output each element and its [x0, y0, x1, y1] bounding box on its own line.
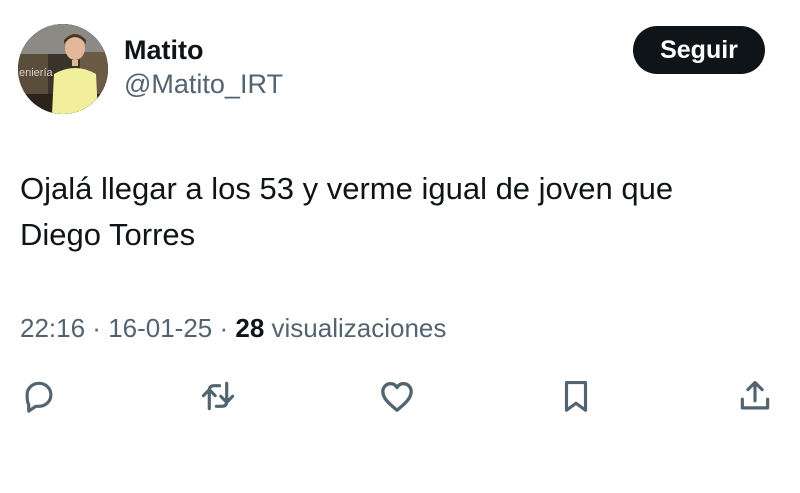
tweet-text-line-2: Diego Torres	[20, 217, 196, 252]
tweet-text: Ojalá llegar a los 53 y verme igual de j…	[20, 166, 780, 258]
meta-separator: ·	[212, 313, 236, 343]
like-button[interactable]	[375, 374, 419, 418]
reply-icon	[25, 381, 53, 413]
meta-separator: ·	[85, 313, 109, 343]
share-icon	[740, 380, 770, 410]
user-handle[interactable]: @Matito_IRT	[124, 66, 283, 102]
bookmark-icon	[564, 380, 588, 412]
display-name[interactable]: Matito	[124, 34, 283, 66]
tweet-text-line-1: Ojalá llegar a los 53 y verme igual de j…	[20, 171, 674, 206]
like-icon	[381, 382, 413, 412]
reply-button[interactable]	[17, 374, 61, 418]
avatar-sign-text: eniería	[19, 67, 54, 79]
views-count: 28	[235, 313, 265, 343]
tweet-meta: 22:16 · 16-01-25 · 28 visualizaciones	[20, 310, 446, 346]
author-info: Matito @Matito_IRT	[124, 34, 283, 102]
avatar[interactable]: eniería	[18, 24, 108, 114]
share-button[interactable]	[733, 374, 777, 418]
tweet-time[interactable]: 22:16	[20, 313, 85, 343]
views-label: visualizaciones	[264, 313, 447, 343]
tweet-card: eniería Matito @Matito_IRT Seguir Ojalá …	[0, 0, 800, 493]
bookmark-button[interactable]	[554, 374, 598, 418]
follow-button[interactable]: Seguir	[633, 26, 765, 74]
tweet-date[interactable]: 16-01-25	[108, 313, 212, 343]
retweet-icon	[201, 381, 235, 411]
retweet-button[interactable]	[196, 374, 240, 418]
